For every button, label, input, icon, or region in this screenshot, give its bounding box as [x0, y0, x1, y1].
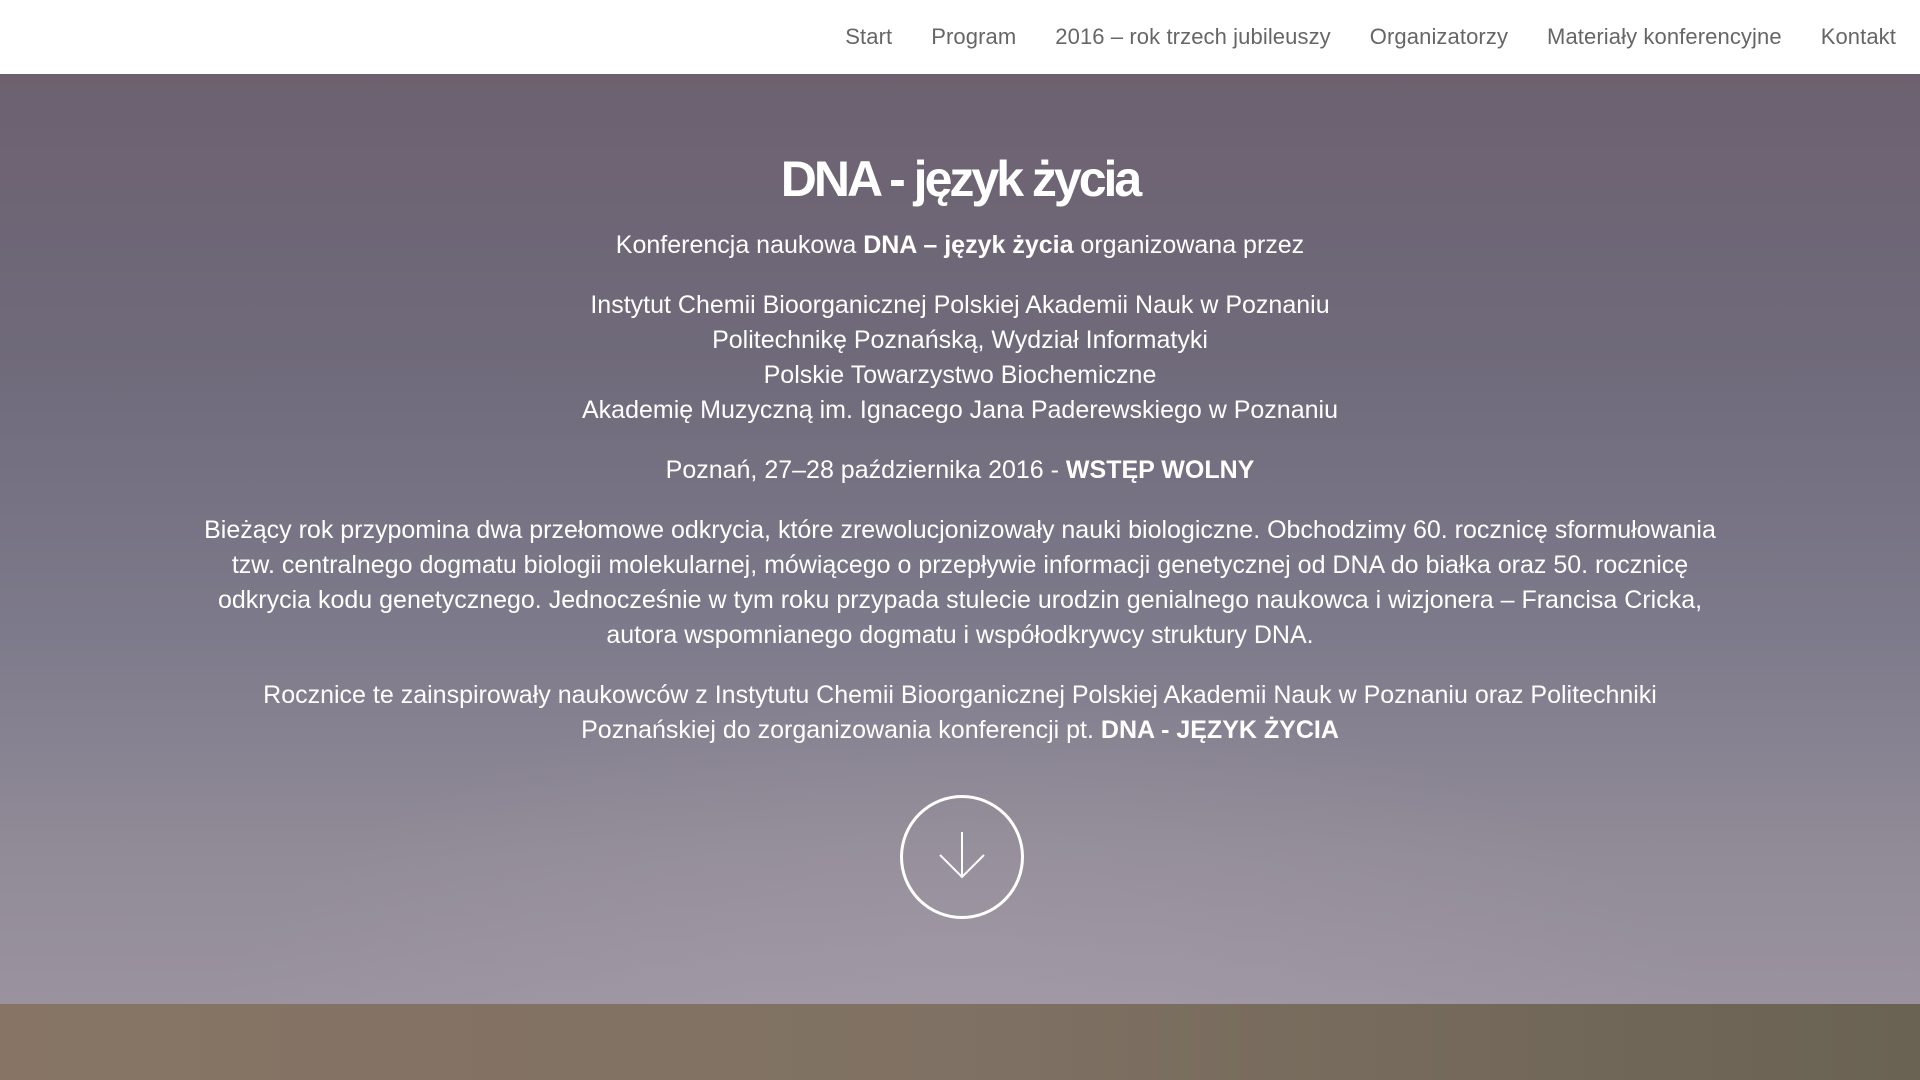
- arrow-down-icon: [939, 832, 985, 879]
- top-navbar: Start Program 2016 – rok trzech jubileus…: [0, 0, 1920, 74]
- intro-text: Konferencja naukowa DNA – język życia or…: [616, 228, 1304, 263]
- inspiration-text: Rocznice te zainspirowały naukowców z In…: [263, 681, 1657, 744]
- nav-item-contact[interactable]: Kontakt: [1821, 24, 1896, 50]
- page-title: DNA - język życia: [780, 151, 1142, 207]
- intro-after: organizowana przez: [1073, 231, 1305, 259]
- nav-item-start[interactable]: Start: [845, 24, 892, 50]
- next-section-preview: [0, 1004, 1920, 1080]
- hero-section: DNA - język życia Konferencja naukowa DN…: [0, 74, 1920, 1004]
- date-text: Poznań, 27–28 października 2016 -: [665, 456, 1066, 484]
- nav-item-jubilees[interactable]: 2016 – rok trzech jubileuszy: [1055, 24, 1331, 50]
- inspiration-paragraph: Rocznice te zainspirowały naukowców z In…: [200, 678, 1720, 748]
- scroll-down-button[interactable]: [900, 795, 1024, 919]
- intro-conference-name: DNA – język życia: [863, 231, 1074, 259]
- organizer-item: Politechnikę Poznańską, Wydział Informat…: [712, 326, 1208, 354]
- event-date: Poznań, 27–28 października 2016 - WSTĘP …: [666, 453, 1255, 488]
- main-nav: Start Program 2016 – rok trzech jubileus…: [806, 24, 1896, 50]
- hero-content: DNA - język życia Konferencja naukowa DN…: [0, 74, 1920, 748]
- organizer-item: Instytut Chemii Bioorganicznej Polskiej …: [590, 291, 1330, 319]
- nav-item-organizers[interactable]: Organizatorzy: [1370, 24, 1508, 50]
- nav-item-program[interactable]: Program: [931, 24, 1016, 50]
- description-paragraph: Bieżący rok przypomina dwa przełomowe od…: [204, 516, 1716, 649]
- free-entry-label: WSTĘP WOLNY: [1065, 456, 1255, 484]
- intro-before: Konferencja naukowa: [615, 231, 864, 259]
- inspiration-conference-name: DNA - JĘZYK ŻYCIA: [1100, 716, 1339, 744]
- nav-item-materials[interactable]: Materiały konferencyjne: [1547, 24, 1782, 50]
- organizers-list: Instytut Chemii Bioorganicznej Polskiej …: [582, 288, 1338, 428]
- organizer-item: Polskie Towarzystwo Biochemiczne: [763, 361, 1157, 389]
- organizer-item: Akademię Muzyczną im. Ignacego Jana Pade…: [582, 396, 1338, 424]
